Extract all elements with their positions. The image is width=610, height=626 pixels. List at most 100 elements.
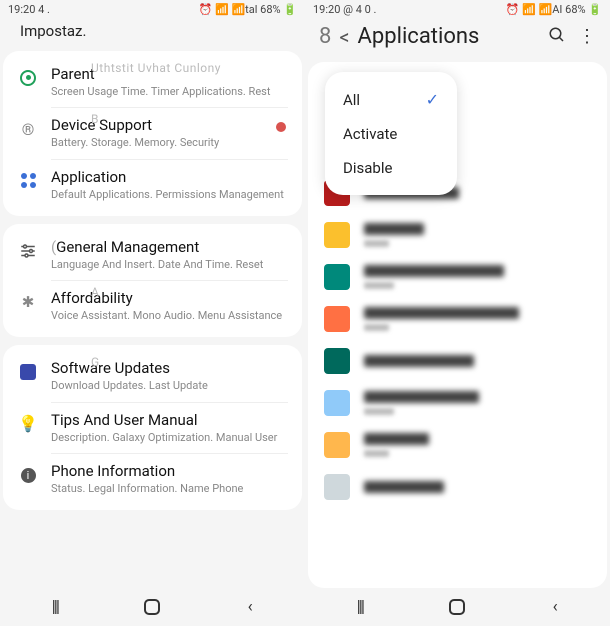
update-icon [17,361,39,383]
status-bar-left: 19:20 4 . ⏰ 📶 📶tal 68% 🔋 [0,0,305,18]
back-icon[interactable]: < [339,25,349,49]
settings-group: GSoftware Updates Download Updates. Last … [3,345,302,510]
nav-recents[interactable]: ||| [340,597,380,617]
bulb-icon: 💡 [17,413,39,435]
app-texts [364,355,591,367]
settings-item-sub: Battery. Storage. Memory. Security [51,136,288,150]
app-texts [364,481,591,493]
settings-item-sub: Description. Galaxy Optimization. Manual… [51,431,288,445]
settings-item-bulb[interactable]: 💡 Tips And User ManualDescription. Galaxy… [3,403,302,453]
app-icon [324,390,350,416]
filter-dropdown[interactable]: All ✓ Activate Disable [325,72,457,195]
settings-item-title: Application [51,168,288,186]
app-sub-blurred [364,240,389,247]
settings-item-sub: Default Applications. Permissions Manage… [51,188,288,202]
settings-item-sub: Screen Usage Time. Timer Applications. R… [51,85,288,99]
settings-item-star[interactable]: ✱AAffordabilityVoice Assistant. Mono Aud… [3,281,302,331]
app-name-blurred [364,481,444,493]
settings-item-sub: Language And Insert. Date And Time. Rese… [51,258,288,272]
dropdown-option-disable[interactable]: Disable [325,151,457,185]
app-sub-blurred [364,408,394,415]
settings-item-texts: Phone InformationStatus. Legal Informati… [51,462,288,496]
ghost-text: B [91,112,99,126]
status-indicators: ⏰ 📶 📶AI 68% 🔋 [506,3,602,16]
sliders-icon [17,240,39,262]
app-row[interactable] [308,424,607,466]
info-icon: i [17,464,39,486]
settings-item-sub: Download Updates. Last Update [51,379,288,393]
app-icon [324,474,350,500]
settings-item-texts: GSoftware UpdatesDownload Updates. Last … [51,359,288,393]
app-texts [364,223,591,247]
app-texts [364,433,591,457]
settings-item-texts: AAffordabilityVoice Assistant. Mono Audi… [51,289,288,323]
app-icon [324,222,350,248]
status-indicators: ⏰ 📶 📶tal 68% 🔋 [199,3,297,16]
settings-item-texts: Tips And User ManualDescription. Galaxy … [51,411,288,445]
app-name-blurred [364,355,474,367]
app-texts [364,265,591,289]
settings-header: Impostaz. [0,18,305,48]
app-texts [364,391,591,415]
settings-item-info[interactable]: i Phone InformationStatus. Legal Informat… [3,454,302,504]
settings-item-sub: Status. Legal Information. Name Phone [51,482,288,496]
nav-recents[interactable]: ||| [35,597,75,617]
settings-item-sub: Voice Assistant. Mono Audio. Menu Assist… [51,309,288,323]
settings-group: (General Management Language And Insert. … [3,224,302,338]
dropdown-option-activate[interactable]: Activate [325,117,457,151]
wellbeing-icon [17,67,39,89]
more-icon[interactable]: ⋮ [574,26,600,47]
ghost-text: Uthtstit Uvhat Cunlony [91,61,221,75]
settings-item-apps[interactable]: Application Default Applications. Permiss… [3,160,302,210]
settings-item-texts: Application Default Applications. Permiss… [51,168,288,202]
apps-icon [17,170,39,192]
settings-group: Uthtstit Uvhat CunlonyParentScreen Usage… [3,51,302,216]
nav-home[interactable] [144,599,160,615]
app-row[interactable] [308,214,607,256]
app-row[interactable] [308,256,607,298]
app-row[interactable] [308,382,607,424]
app-row[interactable] [308,466,607,508]
app-name-blurred [364,391,479,403]
dropdown-label: Disable [343,159,392,177]
page-title: Applications [358,24,540,49]
settings-item-title: Affordability [51,289,288,307]
app-sub-blurred [364,324,389,331]
nav-back[interactable]: ‹ [535,597,575,617]
settings-item-texts: Uthtstit Uvhat CunlonyParentScreen Usage… [51,65,288,99]
settings-item-wellbeing[interactable]: Uthtstit Uvhat CunlonyParentScreen Usage… [3,57,302,107]
nav-bar-left: ||| ‹ [0,588,305,626]
settings-item-update[interactable]: GSoftware Updates Download Updates. Last … [3,351,302,401]
app-icon [324,432,350,458]
nav-back[interactable]: ‹ [230,597,270,617]
app-sub-blurred [364,450,389,457]
settings-item-sliders[interactable]: (General Management Language And Insert. … [3,230,302,280]
settings-item-texts: BDevice SupportBattery. Storage. Memory.… [51,116,288,150]
ghost-text: G [91,355,100,369]
app-name-blurred [364,265,504,277]
settings-item-title: Device Support [51,116,288,134]
ghost-text: A [91,285,99,299]
status-time: 19:20 @ 4 0 . [313,3,376,16]
settings-item-title: (General Management [51,238,288,256]
settings-item-title: Software Updates [51,359,288,377]
app-row[interactable] [308,340,607,382]
app-name-blurred [364,307,519,319]
dropdown-option-all[interactable]: All ✓ [325,82,457,117]
dropdown-label: All [343,91,360,109]
check-icon: ✓ [426,90,439,109]
app-texts [364,307,591,331]
header-prefix: 8 [319,24,331,49]
app-icon [324,306,350,332]
applications-header: 8 < Applications ⋮ [305,18,610,59]
nav-home[interactable] [449,599,465,615]
search-icon[interactable] [548,26,566,48]
registered-icon: ® [17,118,39,140]
app-row[interactable] [308,298,607,340]
app-icon [324,264,350,290]
star-icon: ✱ [17,291,39,313]
settings-screen: 19:20 4 . ⏰ 📶 📶tal 68% 🔋 Impostaz. Uthts… [0,0,305,626]
status-time: 19:20 4 . [8,3,50,16]
settings-item-registered[interactable]: ®BDevice SupportBattery. Storage. Memory… [3,108,302,158]
settings-list: Uthtstit Uvhat CunlonyParentScreen Usage… [0,48,305,518]
